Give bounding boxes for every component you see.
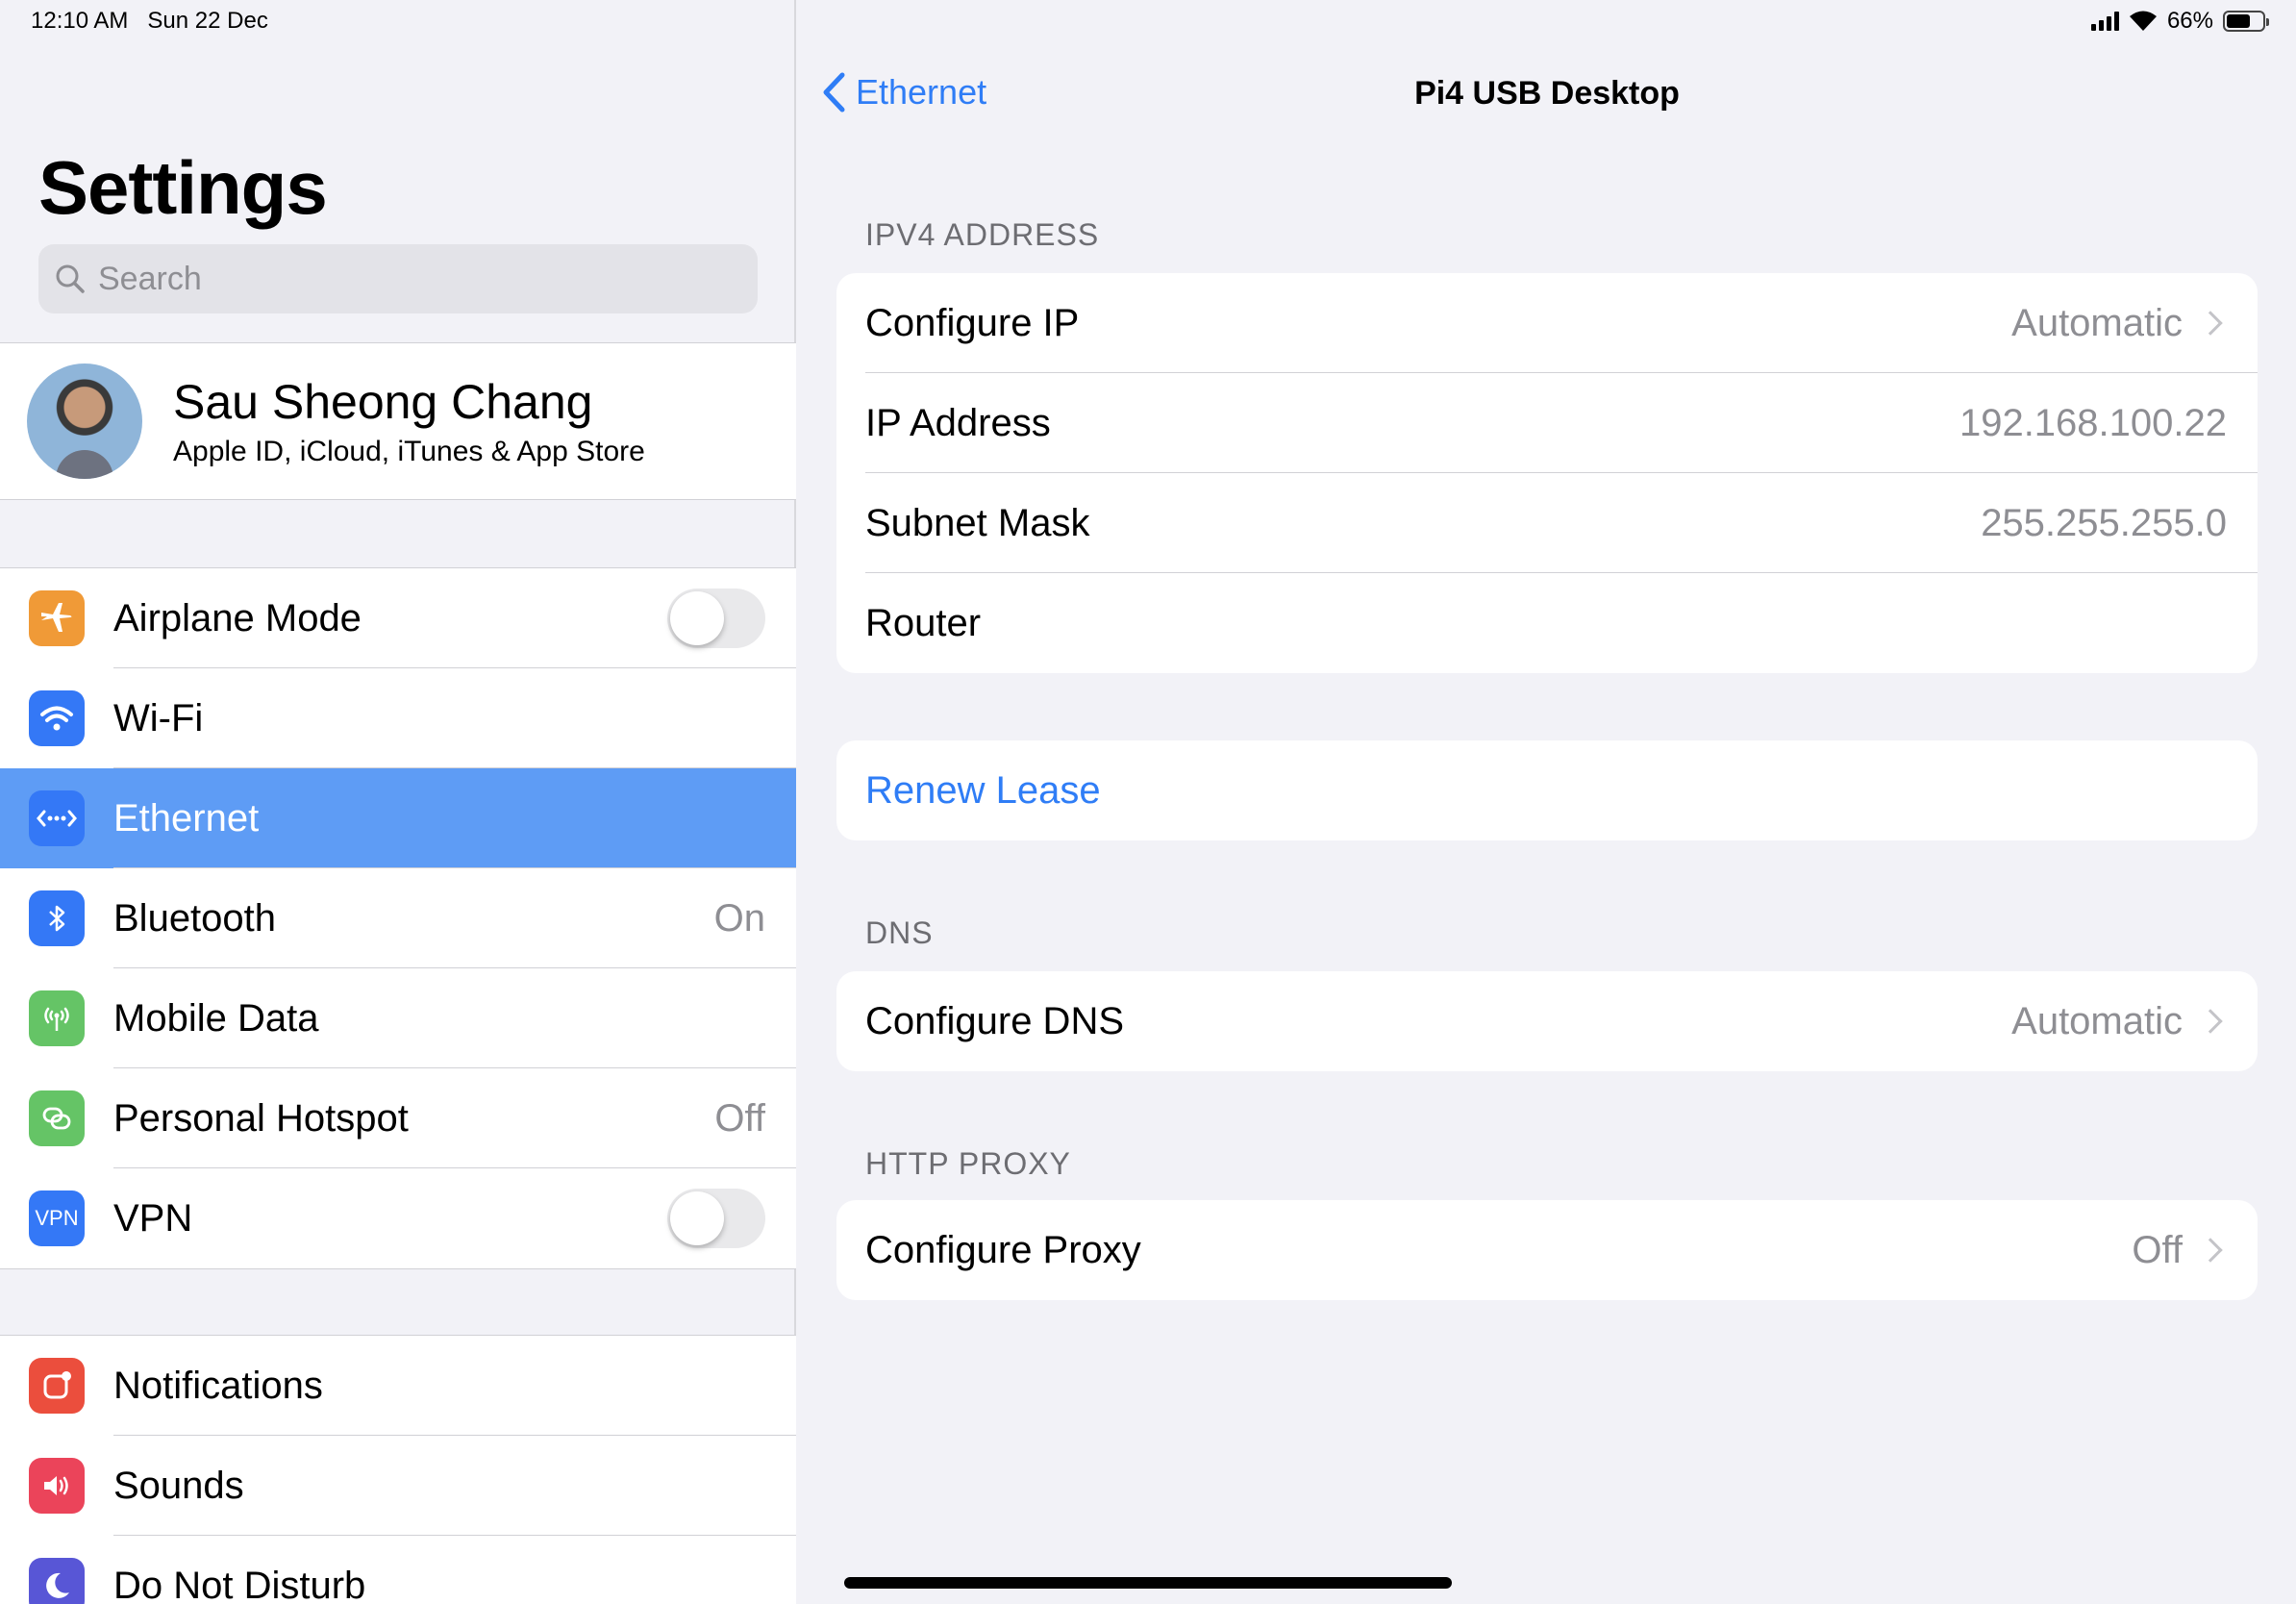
configure-proxy-value: Off	[2132, 1228, 2183, 1271]
ip-address-row: IP Address 192.168.100.22	[836, 373, 2258, 473]
battery-icon	[2223, 11, 2269, 32]
cellular-signal-icon	[2090, 12, 2119, 31]
dns-card: Configure DNS Automatic	[836, 971, 2258, 1071]
subnet-mask-row: Subnet Mask 255.255.255.0	[836, 473, 2258, 573]
renew-lease-label: Renew Lease	[865, 768, 1101, 812]
airplane-icon	[29, 590, 85, 646]
status-indicators: 66%	[2090, 8, 2269, 35]
home-indicator[interactable]	[844, 1577, 1452, 1589]
avatar	[27, 363, 142, 479]
sidebar-item-label: Airplane Mode	[113, 596, 362, 639]
configure-ip-label: Configure IP	[865, 301, 1080, 344]
subnet-mask-label: Subnet Mask	[865, 501, 1090, 544]
sidebar-item-do-not-disturb[interactable]: Do Not Disturb	[0, 1536, 796, 1604]
moon-icon	[29, 1558, 85, 1604]
sidebar-item-label: Wi-Fi	[113, 696, 204, 739]
sidebar-item-ethernet[interactable]: Ethernet	[0, 768, 796, 868]
configure-proxy-label: Configure Proxy	[865, 1228, 1141, 1271]
chevron-right-icon	[2198, 311, 2223, 336]
vpn-toggle[interactable]	[667, 1189, 765, 1248]
wifi-icon	[29, 690, 85, 746]
bluetooth-icon	[29, 890, 85, 946]
hotspot-status: Off	[714, 1096, 765, 1140]
section-header-http-proxy: HTTP PROXY	[865, 1146, 1071, 1181]
configure-ip-row[interactable]: Configure IP Automatic	[836, 273, 2258, 373]
connectivity-group: Airplane Mode Wi-Fi Ethernet Bluetooth O…	[0, 567, 796, 1269]
configure-dns-row[interactable]: Configure DNS Automatic	[836, 971, 2258, 1071]
router-label: Router	[865, 601, 982, 644]
system-group: Notifications Sounds Do Not Disturb	[0, 1335, 796, 1604]
search-bar[interactable]	[38, 244, 758, 313]
proxy-card: Configure Proxy Off	[836, 1200, 2258, 1300]
chevron-right-icon	[2198, 1238, 2223, 1263]
sidebar-item-bluetooth[interactable]: Bluetooth On	[0, 868, 796, 968]
sidebar-item-mobile-data[interactable]: Mobile Data	[0, 968, 796, 1068]
sidebar-item-wifi[interactable]: Wi-Fi	[0, 668, 796, 768]
sidebar-item-notifications[interactable]: Notifications	[0, 1336, 796, 1436]
apple-id-row[interactable]: Sau Sheong Chang Apple ID, iCloud, iTune…	[0, 342, 796, 500]
configure-dns-value: Automatic	[2011, 999, 2183, 1042]
status-time: 12:10 AM Sun 22 Dec	[31, 8, 268, 35]
section-header-ipv4: IPV4 ADDRESS	[865, 217, 1100, 252]
wifi-status-icon	[2129, 11, 2157, 31]
bluetooth-status: On	[713, 896, 765, 940]
status-date: Sun 22 Dec	[147, 8, 268, 34]
antenna-icon	[29, 990, 85, 1046]
section-header-dns: DNS	[865, 915, 934, 950]
notifications-icon	[29, 1358, 85, 1414]
ethernet-icon	[29, 790, 85, 846]
sidebar-item-label: Mobile Data	[113, 996, 319, 1040]
sidebar-item-label: Ethernet	[113, 796, 260, 840]
sidebar-item-label: Personal Hotspot	[113, 1096, 409, 1140]
configure-ip-value: Automatic	[2011, 301, 2183, 344]
settings-sidebar: 12:10 AM Sun 22 Dec Settings Sau Sheong …	[0, 0, 796, 1604]
sidebar-item-personal-hotspot[interactable]: Personal Hotspot Off	[0, 1068, 796, 1168]
renew-lease-card: Renew Lease	[836, 740, 2258, 840]
page-title: Settings	[38, 145, 328, 230]
status-clock: 12:10 AM	[31, 8, 129, 34]
sidebar-item-label: VPN	[113, 1196, 193, 1240]
sidebar-item-sounds[interactable]: Sounds	[0, 1436, 796, 1536]
subnet-mask-value: 255.255.255.0	[1981, 501, 2227, 544]
airplane-mode-toggle[interactable]	[667, 589, 765, 648]
ipv4-card: Configure IP Automatic IP Address 192.16…	[836, 273, 2258, 673]
speaker-icon	[29, 1458, 85, 1514]
nav-title: Pi4 USB Desktop	[1414, 75, 1680, 112]
sidebar-item-label: Notifications	[113, 1364, 323, 1407]
vpn-icon: VPN	[29, 1190, 85, 1246]
search-input[interactable]	[98, 260, 675, 298]
ip-address-label: IP Address	[865, 401, 1051, 444]
configure-dns-label: Configure DNS	[865, 999, 1125, 1042]
profile-subtitle: Apple ID, iCloud, iTunes & App Store	[173, 436, 645, 467]
sidebar-item-label: Do Not Disturb	[113, 1564, 366, 1604]
search-icon	[56, 264, 85, 293]
sidebar-item-label: Sounds	[113, 1464, 244, 1507]
sidebar-item-vpn[interactable]: VPN VPN	[0, 1168, 796, 1268]
router-row: Router	[836, 573, 2258, 673]
profile-name: Sau Sheong Chang	[173, 375, 593, 429]
sidebar-item-label: Bluetooth	[113, 896, 277, 940]
renew-lease-button[interactable]: Renew Lease	[836, 740, 2258, 840]
battery-percent: 66%	[2166, 8, 2213, 34]
sidebar-item-airplane-mode[interactable]: Airplane Mode	[0, 568, 796, 668]
chevron-right-icon	[2198, 1009, 2223, 1034]
configure-proxy-row[interactable]: Configure Proxy Off	[836, 1200, 2258, 1300]
ip-address-value: 192.168.100.22	[1959, 401, 2227, 444]
hotspot-icon	[29, 1090, 85, 1146]
ethernet-detail-pane: 66% Ethernet Pi4 USB Desktop IPV4 ADDRES…	[798, 0, 2296, 1604]
